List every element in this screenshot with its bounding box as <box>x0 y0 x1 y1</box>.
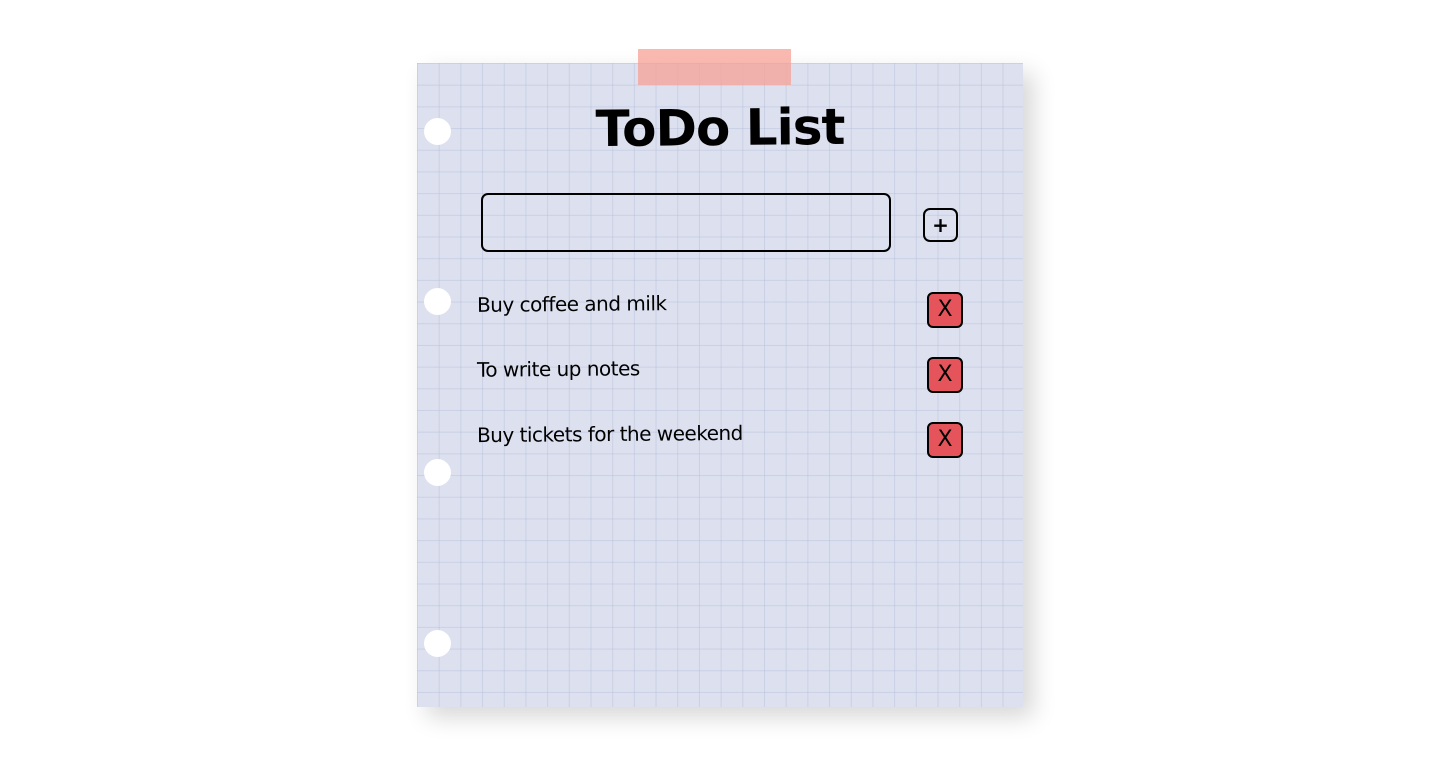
todo-item-text: To write up notes <box>476 356 640 382</box>
todo-item: Buy coffee and milk X <box>476 291 963 328</box>
page: ToDo List + Buy coffee and milk X To wri… <box>0 0 1439 774</box>
binder-hole <box>424 288 451 315</box>
todo-input[interactable] <box>481 193 891 252</box>
todo-item: Buy tickets for the weekend X <box>476 420 963 458</box>
delete-button[interactable]: X <box>927 357 963 393</box>
tape-strip <box>638 49 791 85</box>
todo-item-text: Buy tickets for the weekend <box>476 420 743 448</box>
notebook-paper: ToDo List + Buy coffee and milk X To wri… <box>417 63 1023 707</box>
page-title: ToDo List <box>595 97 845 159</box>
binder-hole <box>424 630 451 657</box>
delete-button[interactable]: X <box>927 422 963 458</box>
delete-button[interactable]: X <box>927 292 963 328</box>
binder-hole <box>424 459 451 486</box>
todo-item: To write up notes X <box>476 356 963 393</box>
todo-item-text: Buy coffee and milk <box>476 291 667 317</box>
add-button[interactable]: + <box>923 208 958 242</box>
